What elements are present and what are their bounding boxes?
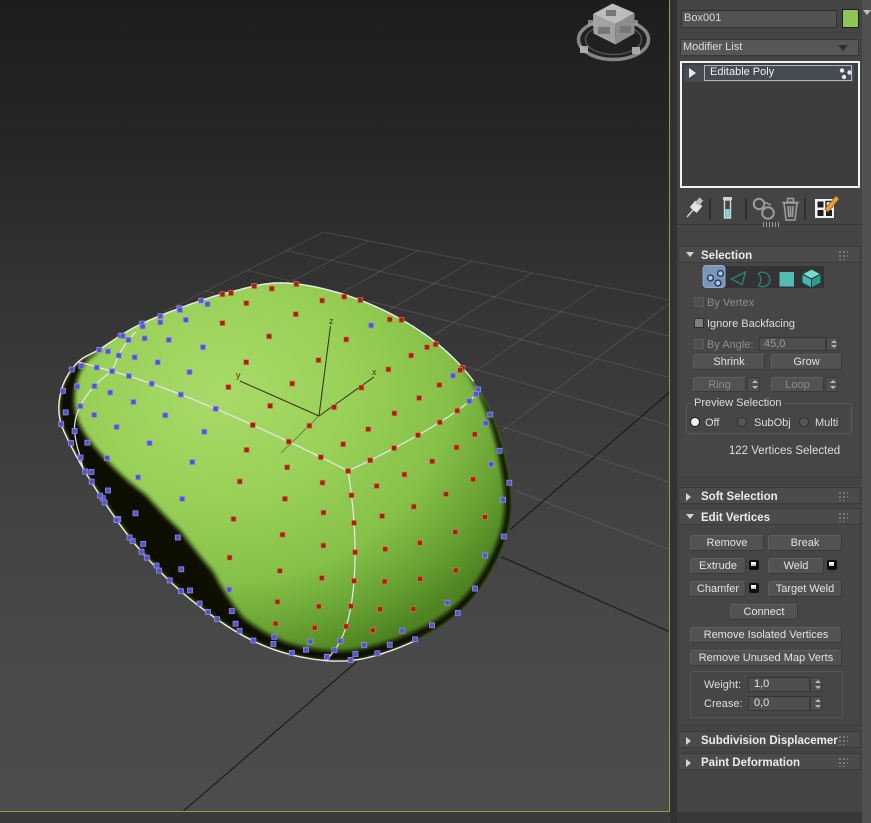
svg-text:x: x (372, 367, 377, 377)
svg-text:y: y (236, 370, 241, 380)
svg-text:z: z (329, 316, 334, 326)
